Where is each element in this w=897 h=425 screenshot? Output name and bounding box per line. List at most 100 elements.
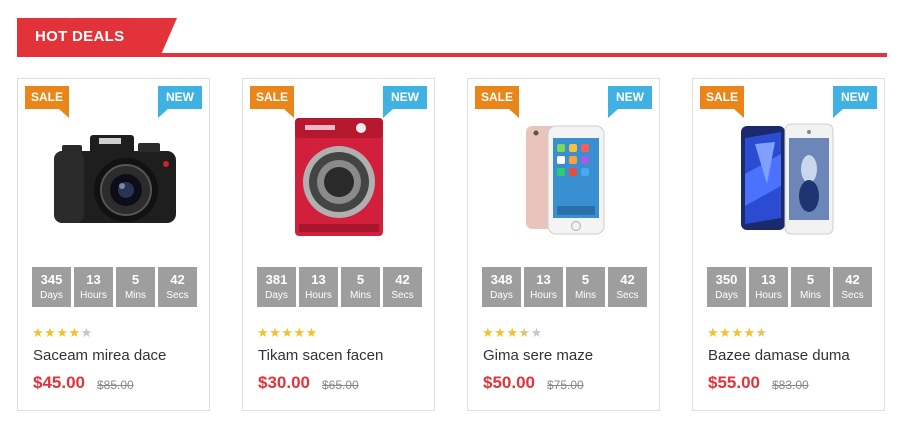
- countdown-days: 345 Days: [32, 267, 71, 307]
- hot-deals-header: HOT DEALS: [17, 18, 887, 58]
- product-card[interactable]: SALE NEW 350 Days 13 Hours 5 Mins 42 Secs ★★…: [692, 78, 885, 411]
- star-full-icon: ★: [305, 325, 318, 340]
- product-image[interactable]: [40, 114, 188, 244]
- sale-badge: SALE: [475, 86, 519, 118]
- product-card[interactable]: SALE NEW 345 Days 13 Hours 5 Mins 42 Secs ★★…: [17, 78, 210, 411]
- countdown-hours-value: 13: [536, 272, 551, 287]
- star-full-icon: ★: [731, 325, 744, 340]
- countdown-secs-value: 42: [620, 272, 635, 287]
- countdown-hours-label: Hours: [80, 290, 107, 301]
- countdown-days-label: Days: [715, 290, 738, 301]
- star-full-icon: ★: [281, 325, 294, 340]
- old-price: $85.00: [97, 378, 134, 392]
- section-title: HOT DEALS: [35, 28, 125, 45]
- product-name[interactable]: Gima sere maze: [483, 347, 593, 364]
- product-name[interactable]: Tikam sacen facen: [258, 347, 383, 364]
- product-image[interactable]: [715, 114, 863, 244]
- product-price: $55.00: [708, 373, 760, 392]
- countdown-mins: 5 Mins: [791, 267, 830, 307]
- sale-badge: SALE: [250, 86, 294, 118]
- smartphones-pair-icon: [741, 123, 834, 235]
- countdown-days-value: 348: [490, 272, 513, 287]
- countdown-hours-label: Hours: [755, 290, 782, 301]
- star-full-icon: ★: [44, 325, 57, 340]
- star-full-icon: ★: [269, 325, 282, 340]
- new-badge: NEW: [158, 86, 202, 118]
- sale-badge: SALE: [700, 86, 744, 118]
- countdown-mins-value: 5: [581, 272, 590, 287]
- countdown-mins: 5 Mins: [116, 267, 155, 307]
- countdown-timer: 348 Days 13 Hours 5 Mins 42 Secs: [482, 267, 647, 307]
- star-full-icon: ★: [719, 325, 732, 340]
- star-half-icon: ★: [518, 325, 531, 340]
- smartphone-iphone-icon: [526, 125, 605, 235]
- countdown-secs: 42 Secs: [608, 267, 647, 307]
- countdown-mins-value: 5: [356, 272, 365, 287]
- washing-machine-icon: [295, 118, 383, 236]
- countdown-mins-label: Mins: [124, 290, 147, 301]
- countdown-mins: 5 Mins: [566, 267, 605, 307]
- countdown-secs-value: 42: [395, 272, 410, 287]
- star-full-icon: ★: [494, 325, 507, 340]
- countdown-days: 350 Days: [707, 267, 746, 307]
- countdown-secs-label: Secs: [616, 290, 639, 301]
- star-rating: ★★★★★: [32, 325, 93, 341]
- countdown-days: 381 Days: [257, 267, 296, 307]
- countdown-hours-label: Hours: [305, 290, 332, 301]
- section-title-tab: HOT DEALS: [17, 18, 177, 57]
- star-full-icon: ★: [68, 325, 81, 340]
- new-badge: NEW: [833, 86, 877, 118]
- product-card[interactable]: SALE NEW 381 Days 13 Hours 5 Mins 42 Secs ★★…: [242, 78, 435, 411]
- star-rating: ★★★★★: [482, 325, 543, 341]
- countdown-days-value: 350: [715, 272, 738, 287]
- product-image[interactable]: [490, 114, 638, 244]
- countdown-hours-value: 13: [761, 272, 776, 287]
- product-image[interactable]: [265, 114, 413, 244]
- new-badge: NEW: [383, 86, 427, 118]
- star-full-icon: ★: [743, 325, 756, 340]
- countdown-hours: 13 Hours: [749, 267, 788, 307]
- countdown-secs: 42 Secs: [383, 267, 422, 307]
- new-badge: NEW: [608, 86, 652, 118]
- countdown-mins-label: Mins: [574, 290, 597, 301]
- countdown-days-value: 345: [40, 272, 63, 287]
- star-rating: ★★★★★: [707, 325, 768, 341]
- old-price: $83.00: [772, 378, 809, 392]
- product-price: $50.00: [483, 373, 535, 392]
- star-empty-icon: ★: [530, 325, 543, 340]
- countdown-days-label: Days: [40, 290, 63, 301]
- countdown-hours-value: 13: [311, 272, 326, 287]
- product-name[interactable]: Saceam mirea dace: [33, 347, 166, 364]
- countdown-secs: 42 Secs: [158, 267, 197, 307]
- star-full-icon: ★: [482, 325, 495, 340]
- countdown-hours: 13 Hours: [524, 267, 563, 307]
- countdown-days-value: 381: [265, 272, 288, 287]
- dslr-camera-icon: [54, 135, 176, 223]
- star-full-icon: ★: [293, 325, 306, 340]
- old-price: $65.00: [322, 378, 359, 392]
- product-price: $45.00: [33, 373, 85, 392]
- countdown-mins: 5 Mins: [341, 267, 380, 307]
- star-empty-icon: ★: [80, 325, 93, 340]
- countdown-timer: 345 Days 13 Hours 5 Mins 42 Secs: [32, 267, 197, 307]
- product-card[interactable]: SALE NEW 348 Days 13 Hours 5 Mins 42 Secs ★★…: [467, 78, 660, 411]
- star-full-icon: ★: [56, 325, 69, 340]
- countdown-days-label: Days: [490, 290, 513, 301]
- countdown-mins-value: 5: [806, 272, 815, 287]
- star-full-icon: ★: [506, 325, 519, 340]
- star-rating: ★★★★★: [257, 325, 318, 341]
- countdown-days: 348 Days: [482, 267, 521, 307]
- countdown-mins-value: 5: [131, 272, 140, 287]
- countdown-secs: 42 Secs: [833, 267, 872, 307]
- countdown-secs-value: 42: [845, 272, 860, 287]
- countdown-secs-value: 42: [170, 272, 185, 287]
- countdown-timer: 381 Days 13 Hours 5 Mins 42 Secs: [257, 267, 422, 307]
- product-price: $30.00: [258, 373, 310, 392]
- countdown-mins-label: Mins: [349, 290, 372, 301]
- countdown-hours-label: Hours: [530, 290, 557, 301]
- star-full-icon: ★: [32, 325, 45, 340]
- countdown-secs-label: Secs: [841, 290, 864, 301]
- countdown-hours-value: 13: [86, 272, 101, 287]
- countdown-secs-label: Secs: [166, 290, 189, 301]
- product-name[interactable]: Bazee damase duma: [708, 347, 850, 364]
